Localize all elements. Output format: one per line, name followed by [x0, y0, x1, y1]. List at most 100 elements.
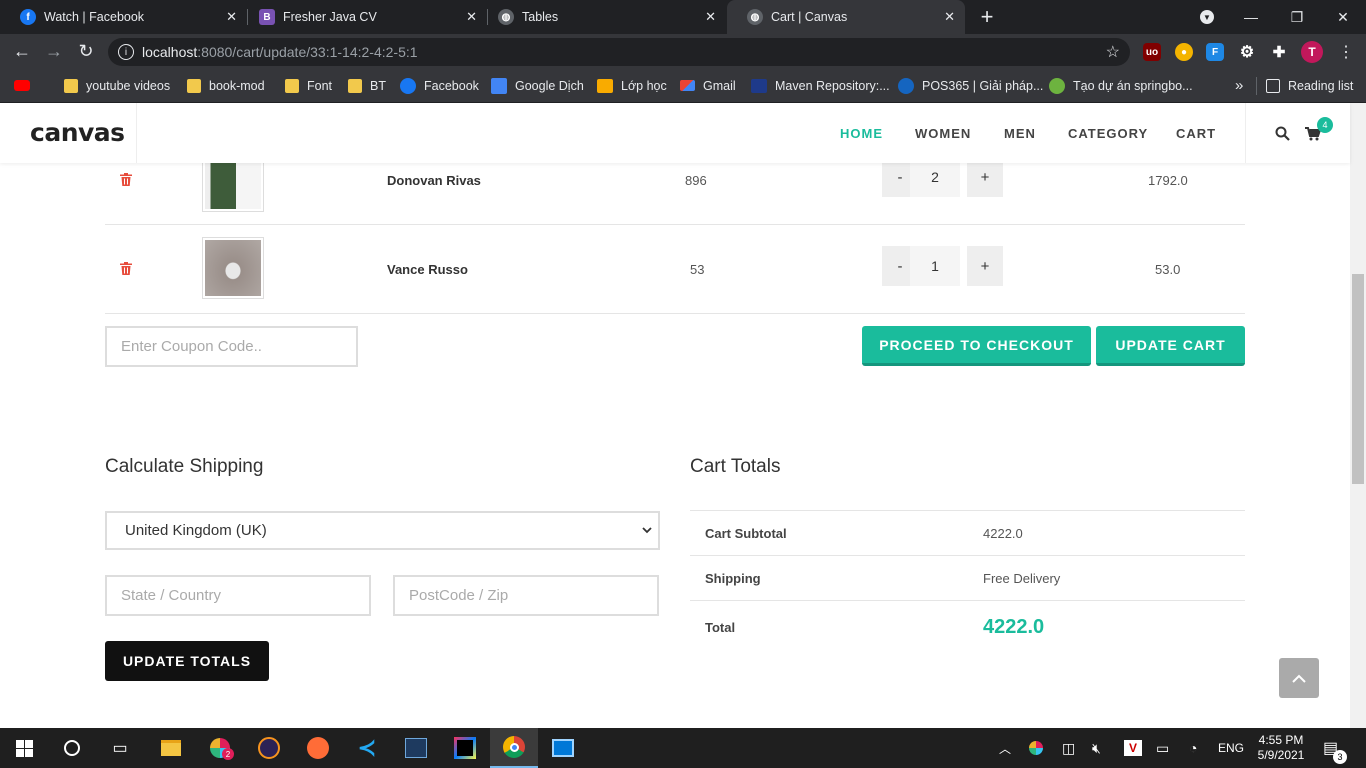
bookmark-facebook[interactable]: Facebook	[400, 69, 479, 102]
bookmark-label: Maven Repository:...	[775, 78, 890, 93]
postman-button[interactable]	[294, 728, 342, 768]
ssms-button[interactable]	[392, 728, 440, 768]
ublock-icon[interactable]: uo	[1143, 43, 1161, 61]
tab-watch-facebook[interactable]: f Watch | Facebook ✕	[0, 0, 247, 34]
camera-icon[interactable]: ◫	[1062, 728, 1075, 768]
bookmark-gmail[interactable]: Gmail	[680, 69, 736, 102]
chrome-button[interactable]	[490, 728, 538, 768]
language-indicator[interactable]: ENG	[1218, 728, 1244, 768]
country-select[interactable]: United Kingdom (UK)	[105, 511, 660, 550]
wifi-icon[interactable]: ◔	[1189, 728, 1197, 768]
state-input[interactable]: State / Country	[105, 575, 371, 616]
slack-badge: 2	[222, 748, 234, 760]
reload-button[interactable]: ↻	[70, 34, 102, 69]
bookmark-font[interactable]: Font	[285, 69, 332, 102]
nav-cart[interactable]: CART	[1176, 103, 1216, 163]
tab-cart-canvas[interactable]: ◍ Cart | Canvas ✕	[727, 0, 965, 34]
star-icon[interactable]: ☆	[1106, 42, 1120, 62]
search-icon[interactable]	[1275, 126, 1290, 141]
reading-list-label: Reading list	[1288, 78, 1354, 93]
photos-button[interactable]	[539, 728, 587, 768]
close-tab-icon[interactable]: ✕	[705, 9, 716, 25]
bookmark-book-mod[interactable]: book-mod	[187, 69, 265, 102]
product-thumbnail[interactable]	[202, 237, 264, 299]
youtube-bookmark[interactable]	[14, 69, 38, 102]
nav-category[interactable]: CATEGORY	[1068, 103, 1148, 163]
postcode-input[interactable]: PostCode / Zip	[393, 575, 659, 616]
windows-taskbar: ▭ 2 ≺ ︿ ◫ 🔇︎ V ▭ ◔ ENG 4:55 PM 5/9/2021 …	[0, 728, 1366, 768]
clock[interactable]: 4:55 PM 5/9/2021	[1256, 728, 1306, 768]
bookmarks-overflow-button[interactable]: »	[1235, 69, 1243, 102]
profile-avatar[interactable]: T	[1301, 41, 1323, 63]
scroll-to-top-button[interactable]	[1279, 658, 1319, 698]
tab-tables[interactable]: ◍ Tables ✕	[478, 0, 726, 34]
bookmark-label: Lớp học	[621, 78, 667, 93]
back-button[interactable]: ←	[6, 34, 38, 69]
info-icon[interactable]: i	[118, 44, 134, 60]
search-button[interactable]	[48, 728, 96, 768]
bookmark-google-dich[interactable]: Google Dịch	[491, 69, 584, 102]
bookmark-lop-hoc[interactable]: Lớp học	[597, 69, 667, 102]
extension-icon[interactable]: ●	[1175, 43, 1193, 61]
speaker-muted-icon[interactable]: 🔇︎	[1092, 728, 1101, 768]
google-translate-icon	[491, 77, 507, 94]
nav-men[interactable]: MEN	[1004, 103, 1036, 163]
qty-input[interactable]: 2	[910, 157, 960, 197]
qty-plus-button[interactable]: +	[967, 246, 1003, 286]
vpn-icon[interactable]: V	[1124, 728, 1142, 768]
tab-title: Watch | Facebook	[44, 10, 145, 24]
close-tab-icon[interactable]: ✕	[466, 9, 477, 25]
close-window-button[interactable]: ✕	[1320, 0, 1366, 34]
gear-icon[interactable]: ⚙	[1238, 43, 1256, 61]
scrollbar-thumb[interactable]	[1352, 274, 1364, 484]
font-icon[interactable]: F	[1206, 43, 1224, 61]
nav-women[interactable]: WOMEN	[915, 103, 971, 163]
bookmark-youtube-videos[interactable]: youtube videos	[64, 69, 170, 102]
bookmark-label: Tạo dự án springbo...	[1073, 78, 1193, 93]
slack-button[interactable]: 2	[196, 728, 244, 768]
qty-input[interactable]: 1	[910, 246, 960, 286]
tab-fresher-java-cv[interactable]: B Fresher Java CV ✕	[239, 0, 487, 34]
bookmark-label: youtube videos	[86, 78, 171, 93]
new-tab-button[interactable]: +	[964, 0, 1010, 34]
tray-expand-icon[interactable]: ︿	[999, 728, 1011, 768]
bookmark-maven[interactable]: Maven Repository:...	[751, 69, 890, 102]
forward-button[interactable]: →	[38, 34, 70, 69]
header-divider	[136, 103, 137, 163]
photos-icon	[552, 739, 574, 757]
task-view-button[interactable]: ▭	[96, 728, 144, 768]
nav-home[interactable]: HOME	[840, 103, 883, 163]
site-logo[interactable]: canvas	[30, 118, 125, 147]
windows-start-button[interactable]	[0, 728, 48, 768]
trash-icon[interactable]	[120, 262, 132, 275]
trash-icon[interactable]	[120, 173, 132, 186]
minimize-button[interactable]: —	[1228, 0, 1274, 34]
restore-button[interactable]: ❐	[1274, 0, 1320, 34]
tab-search-button[interactable]: ▼	[1184, 0, 1230, 34]
update-totals-button[interactable]: UPDATE TOTALS	[105, 641, 269, 681]
bookmark-bt[interactable]: BT	[348, 69, 386, 102]
coupon-input[interactable]: Enter Coupon Code..	[105, 326, 358, 367]
product-name[interactable]: Donovan Rivas	[387, 173, 481, 188]
update-cart-button[interactable]: UPDATE CART	[1096, 326, 1245, 366]
tray-slack-icon[interactable]	[1029, 728, 1043, 768]
close-tab-icon[interactable]: ✕	[944, 9, 955, 25]
battery-icon[interactable]: ▭	[1156, 728, 1169, 768]
close-tab-icon[interactable]: ✕	[226, 9, 237, 25]
vscode-button[interactable]: ≺	[343, 728, 391, 768]
bookmark-spring[interactable]: Tạo dự án springbo...	[1049, 69, 1193, 102]
reading-list-button[interactable]: Reading list	[1266, 69, 1353, 102]
tab-title: Fresher Java CV	[283, 10, 377, 24]
product-name[interactable]: Vance Russo	[387, 262, 468, 277]
proceed-to-checkout-button[interactable]: PROCEED TO CHECKOUT	[862, 326, 1091, 366]
qty-plus-button[interactable]: +	[967, 157, 1003, 197]
puzzle-icon[interactable]: ✚	[1270, 43, 1288, 61]
folder-icon	[348, 78, 362, 93]
grand-total-value: 4222.0	[983, 616, 1045, 638]
bookmark-pos365[interactable]: POS365 | Giải pháp...	[898, 69, 1043, 102]
menu-dots-icon[interactable]: ⋮	[1330, 34, 1362, 69]
file-explorer-button[interactable]	[147, 728, 195, 768]
eclipse-button[interactable]	[245, 728, 293, 768]
intellij-button[interactable]	[441, 728, 489, 768]
address-bar[interactable]: i localhost:8080/cart/update/33:1-14:2-4…	[108, 38, 1130, 66]
